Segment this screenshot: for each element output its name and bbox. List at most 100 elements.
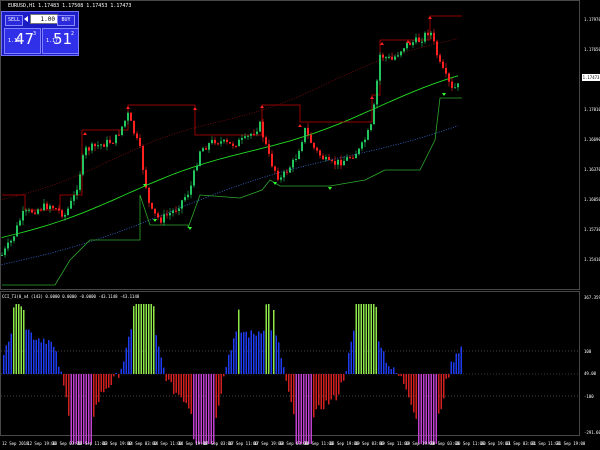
oscillator-bar xyxy=(240,332,242,374)
candle-body xyxy=(352,157,354,159)
oscillator-bar xyxy=(83,374,85,444)
candle-body xyxy=(100,144,102,146)
buy-arrow-icon xyxy=(328,187,332,190)
sell-arrow-icon xyxy=(126,106,130,109)
candle-body xyxy=(190,185,192,195)
oscillator-bar xyxy=(370,304,372,374)
sell-arrow-icon xyxy=(193,107,197,110)
candle-body xyxy=(250,133,252,136)
oscillator-bar xyxy=(190,374,192,414)
candle-body xyxy=(274,166,276,171)
price-axis-label: 1.17970 xyxy=(584,17,600,22)
oscillator-bar xyxy=(388,366,390,374)
oscillator-bar xyxy=(413,374,415,413)
oscillator-bar xyxy=(183,374,185,402)
oscillator-bar xyxy=(440,374,442,410)
oscillator-bar xyxy=(445,374,447,379)
oscillator-bar xyxy=(430,374,432,444)
oscillator-bar xyxy=(310,374,312,444)
oscillator-bar xyxy=(360,304,362,374)
oscillator-bar xyxy=(453,362,455,374)
oscillator-bar xyxy=(250,330,252,374)
oscillator-bar xyxy=(435,374,437,444)
oscillator-bar xyxy=(223,374,225,377)
oscillator-bar xyxy=(385,362,387,374)
oscillator-axis-label: -291.6072 xyxy=(584,430,600,435)
candle-body xyxy=(76,189,78,196)
candle-body xyxy=(238,139,240,147)
chart-canvas[interactable] xyxy=(0,0,600,450)
candle-body xyxy=(181,200,183,209)
oscillator-bar xyxy=(300,374,302,444)
oscillator-bar xyxy=(245,331,247,374)
sell-arrow-icon xyxy=(406,40,410,43)
candle-body xyxy=(175,210,177,212)
oscillator-bar xyxy=(343,374,345,381)
candle-body xyxy=(115,134,117,144)
candle-body xyxy=(220,141,222,144)
candle-body xyxy=(223,139,225,142)
bid-quote[interactable]: 1.17 47 3 xyxy=(4,28,41,54)
oscillator-bar xyxy=(25,329,27,374)
oscillator-bar xyxy=(98,374,100,403)
oscillator-bar xyxy=(30,332,32,374)
candle-body xyxy=(79,174,81,190)
oscillator-bar xyxy=(118,374,120,378)
oscillator-bar xyxy=(128,336,130,374)
buy-button[interactable]: BUY xyxy=(57,15,75,26)
oscillator-bar xyxy=(285,374,287,381)
oscillator-bar xyxy=(318,374,320,406)
oscillator-bar xyxy=(283,367,285,374)
candle-body xyxy=(160,217,162,223)
oscillator-bar xyxy=(268,304,270,374)
oscillator-bar xyxy=(180,374,182,398)
oscillator-bar xyxy=(133,306,135,374)
oscillator-bar xyxy=(400,374,402,377)
ask-point: 2 xyxy=(71,31,75,37)
candle-body xyxy=(391,56,393,60)
oscillator-bar xyxy=(188,374,190,409)
ask-quote[interactable]: 1.17 51 2 xyxy=(42,28,79,54)
lot-size-field[interactable]: 1.00 xyxy=(30,14,58,24)
candle-body xyxy=(49,205,51,209)
candle-body xyxy=(118,134,120,136)
oscillator-bar xyxy=(378,341,380,374)
candle-body xyxy=(172,210,174,213)
sell-button[interactable]: SELL xyxy=(5,15,23,26)
oscillator-bar xyxy=(145,304,147,374)
oscillator-bar xyxy=(73,374,75,444)
oscillator-bar xyxy=(415,374,417,419)
candle-body xyxy=(124,120,126,127)
oscillator-bar xyxy=(178,374,180,395)
candle-body xyxy=(358,148,360,155)
oscillator-bar xyxy=(125,347,127,374)
candle-body xyxy=(424,32,426,42)
candle-body xyxy=(343,160,345,166)
oscillator-bar xyxy=(23,310,25,374)
oscillator-bar xyxy=(28,329,30,374)
oscillator-bar xyxy=(425,374,427,444)
oscillator-bar xyxy=(420,374,422,444)
oscillator-bar xyxy=(333,374,335,396)
oscillator-header: CCI_T3(0_n4 (143) 0.0000 0.0000 -0.0000 … xyxy=(2,294,140,299)
candle-body xyxy=(418,37,420,42)
oscillator-bar xyxy=(325,374,327,401)
candle-body xyxy=(292,159,294,168)
oscillator-bar xyxy=(105,374,107,389)
one-click-trading-panel[interactable]: SELL 1.00 BUY 1.17 47 3 1.17 51 2 xyxy=(1,11,79,56)
lot-decrease-icon[interactable] xyxy=(24,16,28,22)
candle-body xyxy=(127,112,129,121)
candle-body xyxy=(70,200,72,209)
oscillator-bar xyxy=(143,304,145,374)
oscillator-bar xyxy=(95,374,97,405)
price-axis-label: 1.17010 xyxy=(584,107,600,112)
candle-body xyxy=(370,124,372,130)
oscillator-bar xyxy=(350,341,352,374)
oscillator-bar xyxy=(358,304,360,374)
candle-body xyxy=(52,205,54,209)
oscillator-bar xyxy=(438,374,440,414)
candle-body xyxy=(256,131,258,135)
oscillator-bar xyxy=(410,374,412,405)
oscillator-bar xyxy=(393,367,395,374)
candle-body xyxy=(25,210,27,212)
